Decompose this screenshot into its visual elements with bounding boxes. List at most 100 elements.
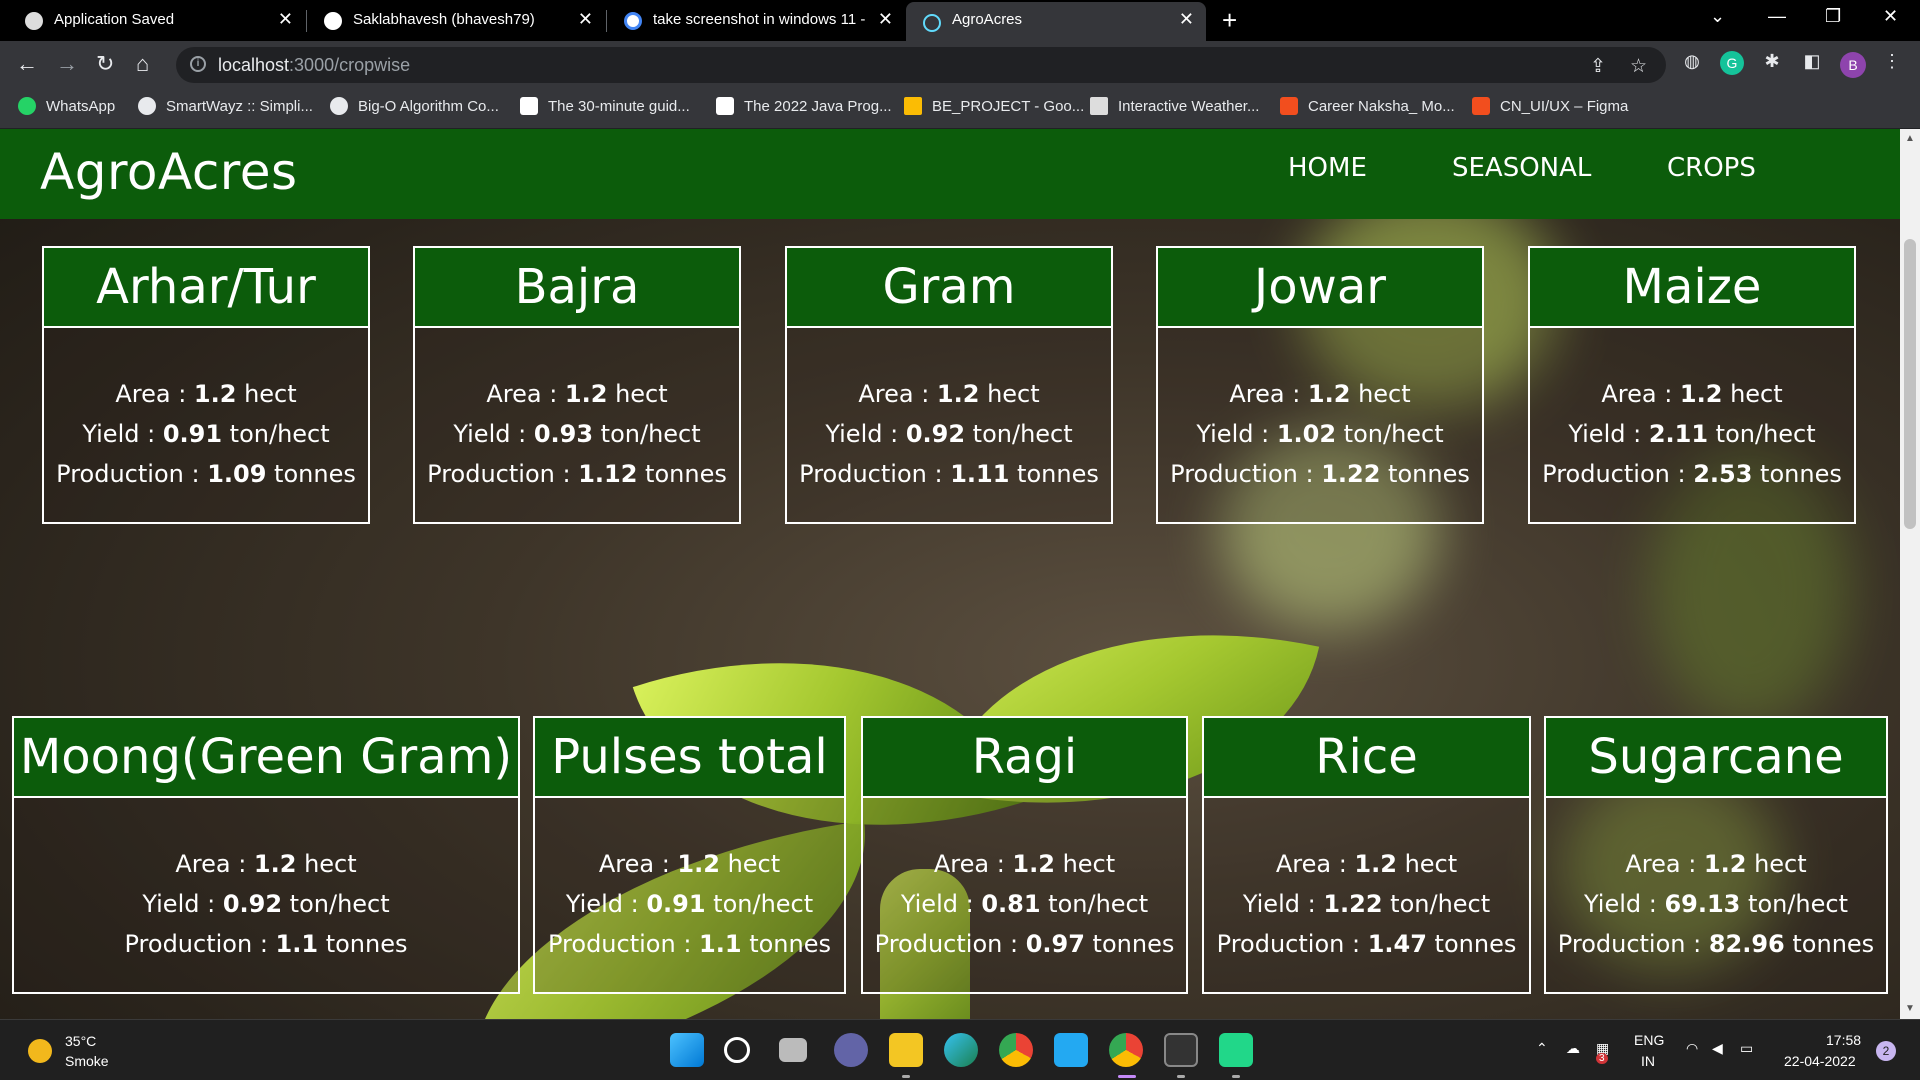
bookmark-career-naksha[interactable]: Career Naksha_ Mo...: [1280, 97, 1455, 115]
bookmark-cn-uiux[interactable]: CN_UI/UX – Figma: [1472, 97, 1628, 115]
crop-card[interactable]: Rice Area : 1.2 hect Yield : 1.22 ton/he…: [1202, 716, 1531, 994]
minimize-icon[interactable]: —: [1768, 6, 1786, 27]
area-label: Area: [175, 850, 231, 878]
bookmark-bigo[interactable]: Big-O Algorithm Co...: [330, 97, 499, 115]
address-bar[interactable]: i localhost:3000/cropwise ⇪ ☆: [176, 47, 1666, 83]
crop-card[interactable]: Bajra Area : 1.2 hect Yield : 0.93 ton/h…: [413, 246, 741, 524]
yield-unit: ton/hect: [229, 420, 330, 448]
back-icon[interactable]: ←: [16, 51, 38, 77]
close-tab-icon[interactable]: ✕: [578, 9, 593, 30]
tray-chevron-icon[interactable]: ⌃: [1536, 1040, 1548, 1057]
terminal-icon[interactable]: [1164, 1033, 1198, 1067]
page-viewport: AgroAcres HOME SEASONAL CROPS Arhar/Tur …: [0, 129, 1900, 1019]
chrome-profile-icon[interactable]: [1109, 1033, 1143, 1067]
file-explorer-icon[interactable]: [889, 1033, 923, 1067]
weather-sun-icon[interactable]: [28, 1039, 52, 1063]
area-unit: hect: [1358, 380, 1411, 408]
production-label: Production: [548, 930, 676, 958]
area-label: Area: [1625, 850, 1681, 878]
start-windows-icon[interactable]: [670, 1033, 704, 1067]
bookmark-label: WhatsApp: [46, 97, 116, 115]
crop-production-row: Production : 0.97 tonnes: [874, 930, 1175, 958]
close-window-icon[interactable]: ✕: [1883, 6, 1898, 27]
edge-icon[interactable]: [944, 1033, 978, 1067]
scrollbar-thumb[interactable]: [1904, 239, 1916, 529]
bookmark-smartwayz[interactable]: SmartWayz :: Simpli...: [138, 97, 313, 115]
crop-card[interactable]: Moong(Green Gram) Area : 1.2 hect Yield …: [12, 716, 520, 994]
tab-agroacres[interactable]: AgroAcres ✕: [906, 2, 1206, 41]
chrome-icon[interactable]: [999, 1033, 1033, 1067]
close-tab-icon[interactable]: ✕: [1179, 9, 1194, 30]
bookmark-whatsapp[interactable]: WhatsApp: [18, 97, 115, 115]
crop-card[interactable]: Maize Area : 1.2 hect Yield : 2.11 ton/h…: [1528, 246, 1856, 524]
home-icon[interactable]: ⌂: [136, 51, 149, 77]
clock-time[interactable]: 17:58: [1826, 1032, 1861, 1048]
weather-description[interactable]: Smoke: [65, 1053, 109, 1069]
crop-card[interactable]: Arhar/Tur Area : 1.2 hect Yield : 0.91 t…: [42, 246, 370, 524]
site-info-icon[interactable]: i: [190, 56, 206, 72]
volume-icon[interactable]: ◀: [1712, 1040, 1723, 1057]
weather-temperature[interactable]: 35°C: [65, 1033, 96, 1049]
bookmark-be-project[interactable]: BE_PROJECT - Goo...: [904, 97, 1084, 115]
yield-value: 0.92: [905, 420, 966, 448]
search-icon[interactable]: [724, 1037, 750, 1063]
yield-label: Yield: [142, 890, 200, 918]
crop-yield-row: Yield : 0.92 ton/hect: [142, 890, 390, 918]
wifi-icon[interactable]: ◠: [1686, 1040, 1698, 1057]
notification-badge[interactable]: 2: [1876, 1041, 1896, 1061]
language-indicator[interactable]: ENG: [1634, 1032, 1664, 1048]
bookmark-weather[interactable]: Interactive Weather...: [1090, 97, 1259, 115]
tab-application-saved[interactable]: Application Saved ✕: [0, 0, 305, 41]
nav-seasonal[interactable]: SEASONAL: [1452, 153, 1591, 183]
bookmark-star-icon[interactable]: ☆: [1630, 55, 1647, 78]
profile-avatar[interactable]: B: [1840, 52, 1866, 78]
bookmark-java[interactable]: The 2022 Java Prog...: [716, 97, 892, 115]
globe-extension-icon[interactable]: ◍: [1680, 51, 1704, 75]
close-tab-icon[interactable]: ✕: [878, 9, 893, 30]
region-indicator[interactable]: IN: [1641, 1053, 1655, 1069]
scroll-down-arrow-icon[interactable]: ▼: [1905, 1003, 1915, 1014]
crop-yield-row: Yield : 0.91 ton/hect: [82, 420, 330, 448]
area-unit: hect: [987, 380, 1040, 408]
forward-icon[interactable]: →: [56, 51, 78, 77]
side-panel-icon[interactable]: ◧: [1800, 51, 1824, 75]
share-icon[interactable]: ⇪: [1590, 55, 1606, 78]
bookmark-30-minute[interactable]: The 30-minute guid...: [520, 97, 690, 115]
crop-card[interactable]: Jowar Area : 1.2 hect Yield : 1.02 ton/h…: [1156, 246, 1484, 524]
task-view-icon[interactable]: [779, 1038, 807, 1062]
clock-date[interactable]: 22-04-2022: [1784, 1053, 1856, 1069]
tab-google-search[interactable]: take screenshot in windows 11 - ✕: [607, 0, 905, 41]
restore-icon[interactable]: ❐: [1825, 6, 1841, 27]
area-unit: hect: [244, 380, 297, 408]
nav-home[interactable]: HOME: [1288, 153, 1367, 183]
battery-icon[interactable]: ▭: [1740, 1040, 1753, 1057]
grammarly-icon[interactable]: G: [1720, 51, 1744, 75]
crop-card[interactable]: Pulses total Area : 1.2 hect Yield : 0.9…: [533, 716, 846, 994]
pycharm-icon[interactable]: [1219, 1033, 1253, 1067]
menu-kebab-icon[interactable]: ⋮: [1880, 51, 1904, 75]
scroll-up-arrow-icon[interactable]: ▲: [1905, 133, 1915, 144]
nav-crops[interactable]: CROPS: [1667, 153, 1756, 183]
reload-icon[interactable]: ↻: [96, 51, 114, 77]
running-indicator: [902, 1075, 910, 1078]
production-value: 1.22: [1321, 460, 1381, 488]
crop-card[interactable]: Gram Area : 1.2 hect Yield : 0.92 ton/he…: [785, 246, 1113, 524]
crop-stats: Area : 1.2 hect Yield : 0.91 ton/hect Pr…: [44, 328, 368, 494]
tab-github[interactable]: Saklabhavesh (bhavesh79) ✕: [307, 0, 605, 41]
site-brand[interactable]: AgroAcres: [40, 143, 298, 201]
vscode-icon[interactable]: [1054, 1033, 1088, 1067]
tab-search-chevron-icon[interactable]: ⌄: [1710, 6, 1725, 27]
google-icon: [624, 12, 642, 30]
crop-card[interactable]: Ragi Area : 1.2 hect Yield : 0.81 ton/he…: [861, 716, 1188, 994]
new-tab-icon[interactable]: +: [1222, 5, 1237, 36]
teams-chat-icon[interactable]: [834, 1033, 868, 1067]
cloud-icon[interactable]: ☁: [1566, 1040, 1580, 1057]
crop-area-row: Area : 1.2 hect: [1601, 380, 1783, 408]
production-label: Production: [427, 460, 555, 488]
production-unit: tonnes: [749, 930, 831, 958]
close-tab-icon[interactable]: ✕: [278, 9, 293, 30]
page-scrollbar[interactable]: ▲ ▼: [1900, 129, 1920, 1019]
extensions-puzzle-icon[interactable]: ✱: [1760, 51, 1784, 75]
bookmark-label: SmartWayz :: Simpli...: [166, 97, 313, 115]
crop-card[interactable]: Sugarcane Area : 1.2 hect Yield : 69.13 …: [1544, 716, 1888, 994]
